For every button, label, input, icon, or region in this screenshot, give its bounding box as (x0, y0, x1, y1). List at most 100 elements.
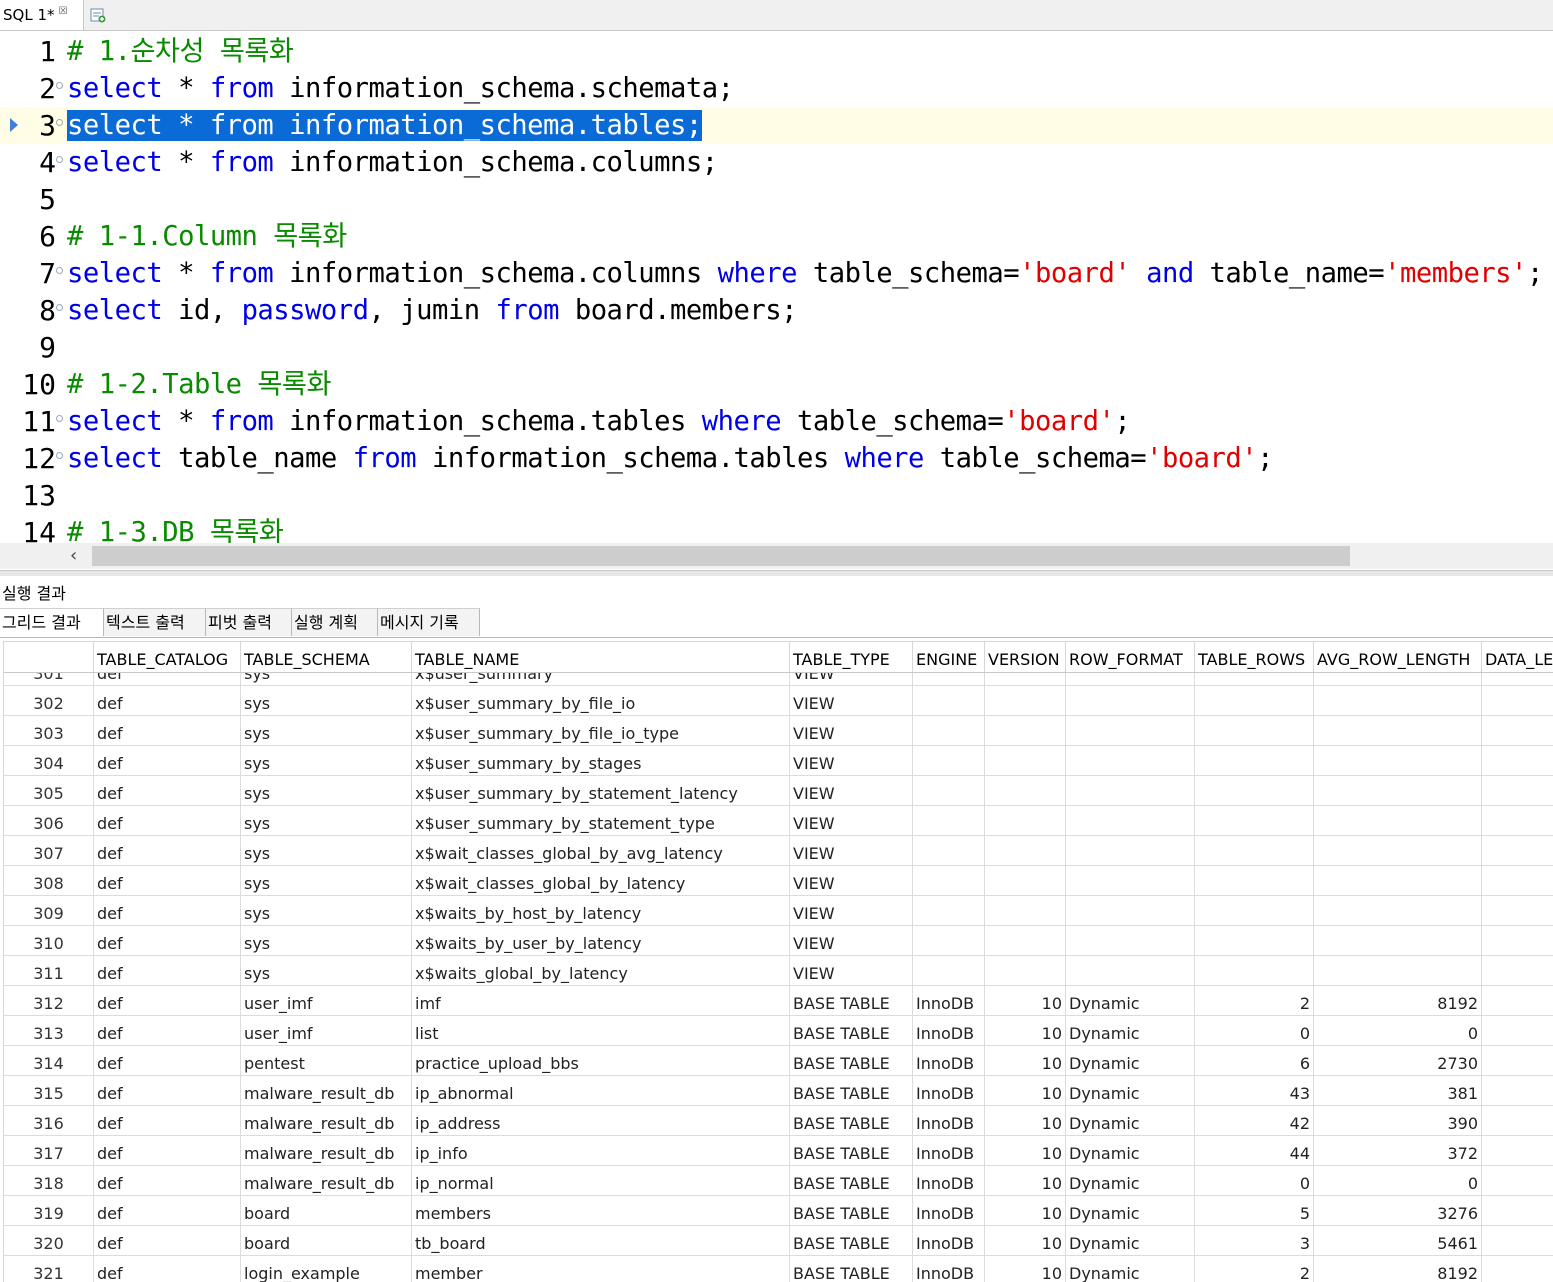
table-cell[interactable]: def (94, 776, 241, 806)
table-cell[interactable]: user_imf (241, 986, 412, 1016)
table-cell[interactable]: VIEW (790, 866, 913, 896)
table-cell[interactable] (1195, 926, 1314, 956)
tab-close-icon[interactable]: ☒ (59, 6, 68, 17)
table-cell[interactable] (985, 926, 1066, 956)
table-cell[interactable] (1195, 956, 1314, 986)
table-cell[interactable]: Dynamic (1066, 1046, 1195, 1076)
table-cell[interactable] (1314, 926, 1482, 956)
table-cell[interactable]: InnoDB (913, 1166, 985, 1196)
table-cell[interactable] (1195, 806, 1314, 836)
table-cell[interactable]: def (94, 866, 241, 896)
table-cell[interactable]: VIEW (790, 836, 913, 866)
table-cell[interactable] (1314, 776, 1482, 806)
table-cell[interactable] (1482, 1016, 1553, 1046)
table-row[interactable]: 308 def sys x$wait_classes_global_by_latenc… (4, 866, 1553, 896)
table-cell[interactable]: 10 (985, 1226, 1066, 1256)
column-header-table-schema[interactable]: TABLE_SCHEMA (241, 642, 412, 672)
table-cell[interactable]: 5461 (1314, 1226, 1482, 1256)
table-cell[interactable]: Dynamic (1066, 986, 1195, 1016)
code-line[interactable]: 8 select id, password, jumin from board.m… (0, 292, 1553, 329)
table-cell[interactable] (985, 866, 1066, 896)
table-cell[interactable]: BASE TABLE (790, 1166, 913, 1196)
table-cell[interactable]: Dynamic (1066, 1196, 1195, 1226)
code-line[interactable]: 1 # 1.순차성 목록화 (0, 33, 1553, 70)
table-cell[interactable]: def (94, 1166, 241, 1196)
fold-marker-icon[interactable] (56, 415, 63, 422)
table-cell[interactable]: def (94, 926, 241, 956)
column-header-avg-row-length[interactable]: AVG_ROW_LENGTH (1314, 642, 1482, 672)
table-cell[interactable] (1314, 956, 1482, 986)
table-cell[interactable]: InnoDB (913, 1046, 985, 1076)
table-cell[interactable]: Dynamic (1066, 1076, 1195, 1106)
row-number-cell[interactable]: 311 (4, 956, 94, 986)
table-cell[interactable] (1195, 716, 1314, 746)
table-cell[interactable]: VIEW (790, 776, 913, 806)
table-cell[interactable]: 8192 (1314, 986, 1482, 1016)
table-cell[interactable]: malware_result_db (241, 1166, 412, 1196)
table-cell[interactable]: VIEW (790, 926, 913, 956)
tab-sql1[interactable]: SQL 1* ☒ (0, 0, 84, 30)
table-cell[interactable] (1314, 836, 1482, 866)
fold-marker-icon[interactable] (56, 82, 63, 89)
table-cell[interactable] (1195, 776, 1314, 806)
table-cell[interactable]: sys (241, 776, 412, 806)
table-row[interactable]: 313 def user_imf list BASE TABLE InnoDB 10 Dyna… (4, 1016, 1553, 1046)
table-cell[interactable] (985, 716, 1066, 746)
table-cell[interactable]: InnoDB (913, 1226, 985, 1256)
table-cell[interactable]: 43 (1195, 1076, 1314, 1106)
table-cell[interactable] (1482, 1256, 1553, 1282)
table-cell[interactable] (913, 866, 985, 896)
column-header-row-format[interactable]: ROW_FORMAT (1066, 642, 1195, 672)
table-cell[interactable]: x$waits_by_host_by_latency (412, 896, 790, 926)
table-cell[interactable]: Dynamic (1066, 1166, 1195, 1196)
code-line[interactable]: 2 select * from information_schema.schema… (0, 70, 1553, 107)
table-cell[interactable]: imf (412, 986, 790, 1016)
table-cell[interactable] (1314, 806, 1482, 836)
table-cell[interactable]: 6 (1195, 1046, 1314, 1076)
table-cell[interactable] (1314, 716, 1482, 746)
results-tab-2[interactable]: 피벗 출력 (206, 608, 292, 636)
code-line[interactable]: 10 # 1-2.Table 목록화 (0, 366, 1553, 403)
table-cell[interactable]: malware_result_db (241, 1136, 412, 1166)
table-cell[interactable]: x$user_summary_by_statement_latency (412, 776, 790, 806)
table-cell[interactable]: 10 (985, 1196, 1066, 1226)
table-cell[interactable]: x$wait_classes_global_by_avg_latency (412, 836, 790, 866)
table-cell[interactable] (1482, 836, 1553, 866)
table-cell[interactable]: x$user_summary_by_file_io_type (412, 716, 790, 746)
table-cell[interactable]: Dynamic (1066, 1106, 1195, 1136)
table-cell[interactable] (913, 716, 985, 746)
row-number-cell[interactable]: 307 (4, 836, 94, 866)
table-cell[interactable]: 44 (1195, 1136, 1314, 1166)
table-cell[interactable]: BASE TABLE (790, 1046, 913, 1076)
table-cell[interactable]: VIEW (790, 746, 913, 776)
table-cell[interactable]: Dynamic (1066, 1226, 1195, 1256)
row-number-header[interactable] (4, 642, 94, 672)
table-cell[interactable]: def (94, 1106, 241, 1136)
table-cell[interactable]: BASE TABLE (790, 1016, 913, 1046)
results-tab-3[interactable]: 실행 계획 (292, 608, 378, 636)
table-cell[interactable] (1195, 686, 1314, 716)
table-row[interactable]: 309 def sys x$waits_by_host_by_latency VIEW (4, 896, 1553, 926)
table-cell[interactable]: 2 (1195, 1256, 1314, 1282)
code-line[interactable]: 5 (0, 181, 1553, 218)
fold-marker-icon[interactable] (56, 452, 63, 459)
table-row[interactable]: 315 def malware_result_db ip_abnormal BASE T… (4, 1076, 1553, 1106)
table-cell[interactable] (1066, 746, 1195, 776)
table-cell[interactable] (913, 746, 985, 776)
table-cell[interactable]: InnoDB (913, 1136, 985, 1166)
table-cell[interactable]: def (94, 716, 241, 746)
table-cell[interactable]: BASE TABLE (790, 1136, 913, 1166)
table-cell[interactable]: 10 (985, 1046, 1066, 1076)
table-cell[interactable]: BASE TABLE (790, 986, 913, 1016)
table-cell[interactable]: sys (241, 896, 412, 926)
table-cell[interactable]: sys (241, 716, 412, 746)
code-line[interactable]: 3 select * from information_schema.tables… (0, 107, 1553, 144)
table-cell[interactable]: sys (241, 746, 412, 776)
table-cell[interactable]: 0 (1195, 1016, 1314, 1046)
table-cell[interactable] (1066, 686, 1195, 716)
table-cell[interactable]: def (94, 896, 241, 926)
table-cell[interactable]: 10 (985, 1136, 1066, 1166)
table-cell[interactable] (1482, 1076, 1553, 1106)
table-cell[interactable]: 0 (1195, 1166, 1314, 1196)
table-cell[interactable]: 372 (1314, 1136, 1482, 1166)
